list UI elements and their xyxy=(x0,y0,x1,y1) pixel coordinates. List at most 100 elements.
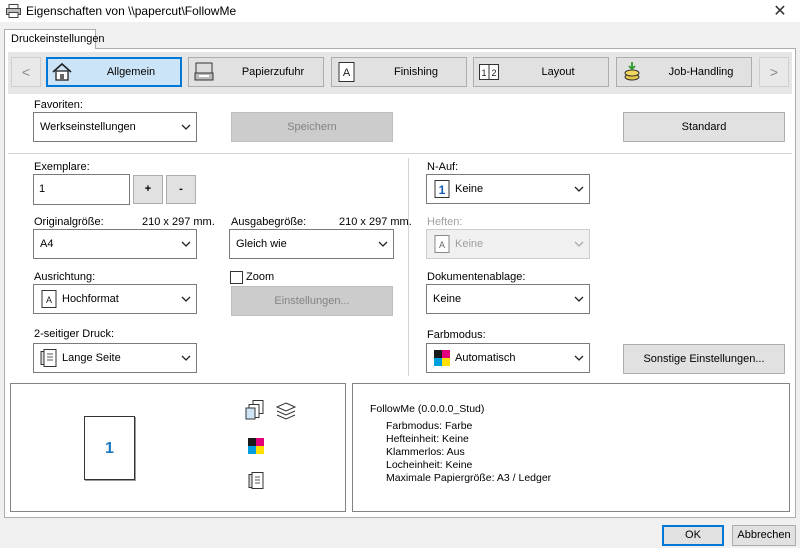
chevron-down-icon xyxy=(574,186,584,192)
category-allgemein[interactable]: Allgemein xyxy=(46,57,182,87)
document-filing-value: Keine xyxy=(433,293,462,305)
chevron-down-icon xyxy=(181,296,191,302)
duplex-preview-icon xyxy=(248,472,264,489)
tab-druckeinstellungen[interactable]: Druckeinstellungen xyxy=(4,29,105,49)
document-filing-dropdown[interactable]: Keine xyxy=(426,284,590,314)
chevron-down-icon xyxy=(181,124,191,130)
finishing-icon: A xyxy=(338,62,355,82)
home-icon xyxy=(52,62,72,81)
category-finishing[interactable]: A Finishing xyxy=(331,57,467,87)
layout-icon: 1 2 xyxy=(479,64,499,80)
chevron-left-icon: < xyxy=(21,64,31,80)
category-prev-button[interactable]: < xyxy=(11,57,41,87)
staple-page-icon: A xyxy=(434,235,450,253)
original-size-value: A4 xyxy=(40,238,54,250)
copies-decrement-button[interactable]: - xyxy=(166,175,196,204)
preview-page-number: 1 xyxy=(105,440,114,457)
copies-label: Exemplare: xyxy=(34,161,90,173)
title-bar: Eigenschaften von \\papercut\FollowMe ✕ xyxy=(0,0,800,22)
preview-pane: 1 xyxy=(10,383,346,512)
document-filing-label: Dokumentenablage: xyxy=(427,271,526,283)
copies-stack-icon xyxy=(245,400,264,420)
category-label: Layout xyxy=(541,66,575,78)
category-job-handling[interactable]: Job-Handling xyxy=(616,57,752,87)
orientation-value: Hochformat xyxy=(62,293,119,305)
svg-text:A: A xyxy=(439,240,445,250)
divider xyxy=(8,153,792,154)
chevron-down-icon xyxy=(574,355,584,361)
favorites-label: Favoriten: xyxy=(34,99,83,111)
other-settings-button[interactable]: Sonstige Einstellungen... xyxy=(623,344,785,374)
save-favorites-button[interactable]: Speichern xyxy=(231,112,393,142)
chevron-down-icon xyxy=(574,241,584,247)
printer-info-line: Locheinheit: Keine xyxy=(386,459,473,471)
window-title: Eigenschaften von \\papercut\FollowMe xyxy=(26,4,237,18)
duplex-label: 2-seitiger Druck: xyxy=(34,328,115,340)
copies-value: 1 xyxy=(39,183,46,195)
chevron-down-icon xyxy=(378,241,388,247)
original-size-label: Originalgröße: xyxy=(34,216,104,228)
zoom-checkbox[interactable] xyxy=(230,271,243,284)
job-handling-icon xyxy=(624,62,640,81)
category-layout[interactable]: 1 2 Layout xyxy=(473,57,609,87)
printer-tray-icon xyxy=(194,62,214,81)
category-papierzufuhr[interactable]: Papierzufuhr xyxy=(188,57,324,87)
category-label: Finishing xyxy=(393,66,439,78)
staple-dropdown[interactable]: A Keine xyxy=(426,229,590,259)
svg-text:1: 1 xyxy=(481,68,486,78)
output-size-dropdown[interactable]: Gleich wie xyxy=(229,229,394,259)
vertical-divider xyxy=(408,158,409,376)
cancel-button[interactable]: Abbrechen xyxy=(732,525,796,546)
category-label: Job-Handling xyxy=(668,66,734,78)
copies-input[interactable]: 1 xyxy=(33,174,130,205)
svg-text:A: A xyxy=(46,295,52,305)
printer-info-line: Farbmodus: Farbe xyxy=(386,420,473,432)
svg-text:2: 2 xyxy=(491,68,496,78)
category-label: Allgemein xyxy=(106,66,156,78)
category-next-button[interactable]: > xyxy=(759,57,789,87)
svg-text:1: 1 xyxy=(439,183,446,197)
n-up-label: N-Auf: xyxy=(427,161,459,173)
color-mode-dropdown[interactable]: Automatisch xyxy=(426,343,590,373)
chevron-down-icon xyxy=(181,355,191,361)
ok-button[interactable]: OK xyxy=(662,525,724,546)
color-mode-label: Farbmodus: xyxy=(427,329,486,341)
printer-info-line: Hefteinheit: Keine xyxy=(386,433,469,445)
svg-text:A: A xyxy=(343,67,351,79)
color-icon xyxy=(248,438,264,454)
printer-info-heading: FollowMe (0.0.0.0_Stud) xyxy=(370,403,485,415)
zoom-label: Zoom xyxy=(246,271,275,283)
favorites-value: Werkseinstellungen xyxy=(40,121,136,133)
preview-page: 1 xyxy=(84,416,135,480)
one-page-icon: 1 xyxy=(434,180,450,198)
duplex-dropdown[interactable]: Lange Seite xyxy=(33,343,197,373)
output-size-label: Ausgabegröße: xyxy=(231,216,307,228)
orientation-dropdown[interactable]: A Hochformat xyxy=(33,284,197,314)
original-size-dims: 210 x 297 mm. xyxy=(142,216,215,228)
standard-button[interactable]: Standard xyxy=(623,112,785,142)
duplex-long-edge-icon xyxy=(40,349,57,367)
portrait-page-icon: A xyxy=(41,290,57,308)
original-size-dropdown[interactable]: A4 xyxy=(33,229,197,259)
layers-icon xyxy=(275,402,297,420)
printer-info-line: Maximale Papiergröße: A3 / Ledger xyxy=(386,472,552,484)
duplex-value: Lange Seite xyxy=(62,352,121,364)
chevron-down-icon xyxy=(181,241,191,247)
zoom-settings-button[interactable]: Einstellungen... xyxy=(231,286,393,316)
chevron-down-icon xyxy=(574,296,584,302)
n-up-dropdown[interactable]: 1 Keine xyxy=(426,174,590,204)
staple-label: Heften: xyxy=(427,216,463,228)
color-mode-icon xyxy=(434,350,450,366)
n-up-value: Keine xyxy=(455,183,484,195)
copies-increment-button[interactable]: + xyxy=(133,175,163,204)
printer-icon xyxy=(6,4,21,18)
close-icon[interactable]: ✕ xyxy=(770,1,790,21)
favorites-dropdown[interactable]: Werkseinstellungen xyxy=(33,112,197,142)
chevron-right-icon: > xyxy=(769,64,779,80)
category-label: Papierzufuhr xyxy=(241,66,305,78)
printer-info-pane: FollowMe (0.0.0.0_Stud) Farbmodus: Farbe… xyxy=(352,383,790,512)
color-mode-value: Automatisch xyxy=(455,352,516,364)
output-size-value: Gleich wie xyxy=(236,238,287,250)
staple-value: Keine xyxy=(455,238,484,250)
orientation-label: Ausrichtung: xyxy=(34,271,96,283)
